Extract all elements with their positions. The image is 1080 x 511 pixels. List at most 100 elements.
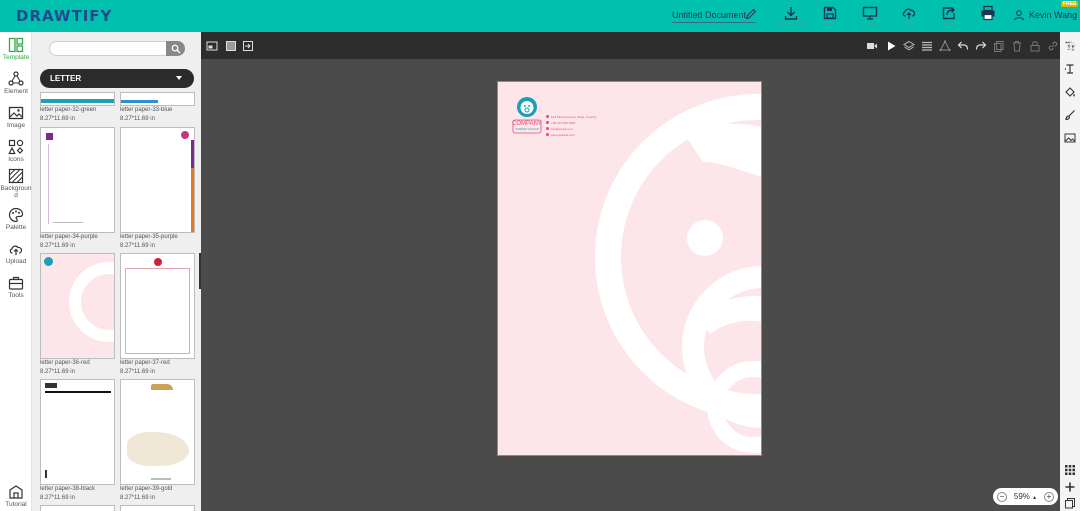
tools-icon [8,276,24,290]
align-icon[interactable] [921,40,933,52]
template-thumbnail[interactable] [40,92,115,106]
redo-icon[interactable] [975,40,987,52]
company-name: COMPANY [512,121,542,127]
rail-item-tools[interactable]: Tools [0,275,32,307]
template-thumbnail[interactable] [40,253,115,359]
contact-website: www.website.com [546,132,596,138]
template-thumbnail[interactable] [120,127,195,233]
rail-item-palette[interactable]: Palette [0,207,32,239]
print-button[interactable] [973,5,1003,29]
import-icon[interactable] [242,40,254,52]
template-thumbnail[interactable] [40,127,115,233]
save-icon [823,6,837,20]
template-card[interactable]: letter paper-39-gold 8.27*11.69 in [120,379,195,504]
template-thumbnail[interactable] [40,379,115,485]
download-icon [784,7,798,20]
template-icon [8,37,24,53]
present-icon [862,6,878,20]
template-card[interactable]: letter paper-33-blue 8.27*11.69 in [120,92,195,125]
app-logo[interactable]: DRAWTIFY [16,7,112,25]
copy-icon[interactable] [993,40,1005,52]
letterhead-page[interactable]: COMPANY COMPANY SLOGAN 123 Street Avenue… [497,81,762,456]
background-graphic [595,94,761,453]
template-thumbnail[interactable] [120,379,195,485]
template-card[interactable]: letter paper-35-purple 8.27*11.69 in [120,127,195,252]
rail-item-image[interactable]: Image [0,105,32,137]
template-card[interactable] [120,505,195,511]
cloud-icon [902,8,916,19]
download-button[interactable]: Save/Download [773,5,809,29]
caret-down-icon [176,76,182,80]
upload-icon [9,245,23,255]
search-button[interactable] [166,41,185,56]
palette-icon [8,207,24,223]
print-icon [981,5,995,21]
settings-icon[interactable] [1065,40,1077,52]
category-label: LETTER [50,74,82,83]
image-icon [8,106,24,120]
free-badge: FREE [1061,1,1079,7]
rail-item-element[interactable]: Element [0,71,32,103]
template-card[interactable] [40,505,115,511]
edit-title-icon[interactable] [744,7,758,21]
template-grid: letter paper-32-green 8.27*11.69 in lett… [40,92,196,511]
user-icon [1014,10,1024,21]
background-icon [8,168,24,184]
template-card[interactable]: letter paper-32-green 8.27*11.69 in [40,92,115,125]
icons-icon [8,139,24,155]
user-menu[interactable]: Kevin Wang [1013,9,1077,21]
delete-icon[interactable] [1011,40,1023,52]
share-icon [942,7,955,20]
rail-item-upload[interactable]: Upload [0,241,32,273]
group-icon[interactable] [939,40,951,52]
right-rail [1060,32,1080,511]
fill-icon[interactable] [1064,86,1076,98]
search-icon [171,44,181,54]
template-card[interactable]: letter paper-36-red 8.27*11.69 in [40,253,115,378]
contact-block: 123 Street Avenue, State, Country +00 12… [546,114,596,138]
link-icon[interactable] [1047,40,1059,52]
rail-item-icons[interactable]: Icons [0,139,32,171]
company-logo[interactable]: COMPANY COMPANY SLOGAN [512,96,542,134]
duplicate-page-icon[interactable] [1064,497,1076,509]
lock-icon[interactable] [1029,40,1041,52]
element-icon [8,71,24,86]
template-thumbnail[interactable] [120,92,195,106]
canvas-toolbar [201,32,1060,59]
page-color-icon[interactable] [225,40,237,52]
add-page-icon[interactable] [1064,481,1076,493]
brush-icon[interactable] [1064,109,1076,121]
undo-icon[interactable] [957,40,969,52]
zoom-level[interactable]: 59% ▲ [1014,492,1037,501]
grid-icon[interactable] [1064,464,1076,476]
layers-icon[interactable] [903,40,915,52]
rail-item-tutorial[interactable]: Tutorial [0,484,32,511]
search-input[interactable] [49,41,185,56]
top-bar: DRAWTIFY Untitled Document Save/Download… [0,0,1080,32]
save-button[interactable]: Save [815,5,845,29]
tutorial-icon [9,485,23,499]
video-icon[interactable] [866,40,878,52]
fit-screen-icon[interactable] [206,40,218,52]
rail-item-template[interactable]: Template [0,37,32,69]
text-effect-icon[interactable] [1064,63,1076,75]
cloud-button[interactable]: Cloud [894,5,924,29]
image-edit-icon[interactable] [1064,132,1076,144]
share-button[interactable]: Share [934,5,964,29]
zoom-control: − 59% ▲ + [993,488,1058,505]
present-button[interactable]: Present [855,5,885,29]
left-rail: Template Element Image Icons Background … [0,32,32,511]
template-thumbnail[interactable] [120,505,195,511]
template-panel: LETTER letter paper-32-green 8.27*11.69 … [32,32,201,511]
zoom-in-button[interactable]: + [1043,491,1054,502]
template-thumbnail[interactable] [40,505,115,511]
template-card[interactable]: letter paper-37-red 8.27*11.69 in [120,253,195,378]
zoom-out-button[interactable]: − [997,491,1007,502]
rail-item-background[interactable]: Background [0,168,32,200]
category-select[interactable]: LETTER [40,69,194,88]
template-card[interactable]: letter paper-34-purple 8.27*11.69 in [40,127,115,252]
template-card[interactable]: letter paper-38-black 8.27*11.69 in [40,379,115,504]
play-icon[interactable] [885,40,897,52]
template-thumbnail[interactable] [120,253,195,359]
user-name: Kevin Wang [1029,10,1078,20]
